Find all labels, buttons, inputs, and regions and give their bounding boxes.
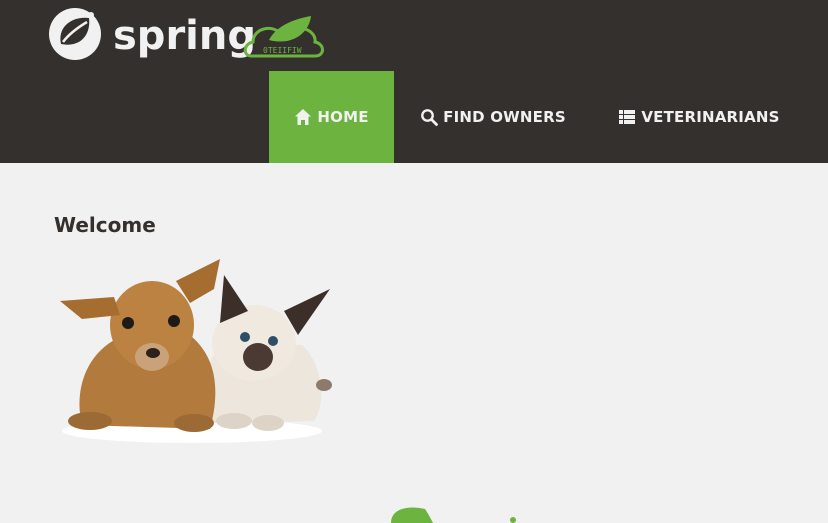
navbar: spring 0TEIIFIW HOME FIND OWNERS VETERIN… (0, 0, 828, 163)
kitten (204, 275, 332, 431)
puppy (60, 259, 220, 432)
badge-text: 0TEIIFIW (263, 46, 302, 55)
pets-image (60, 259, 332, 443)
home-icon (295, 109, 312, 125)
nav-home-link[interactable]: HOME (269, 71, 394, 163)
main-nav: HOME FIND OWNERS VETERINARIANS (0, 71, 828, 163)
page-title: Welcome (54, 213, 156, 237)
list-icon (619, 110, 636, 124)
nav-veterinarians-link[interactable]: VETERINARIANS (604, 71, 794, 163)
nav-find-owners-link[interactable]: FIND OWNERS (402, 71, 584, 163)
main-content: Welcome (0, 163, 828, 523)
search-icon (421, 109, 439, 126)
spring-logo[interactable]: spring 0TEIIFIW (47, 6, 327, 64)
nav-home-label: HOME (317, 108, 369, 126)
brand-wordmark: spring (113, 13, 256, 59)
spring-leaf-icon (49, 8, 101, 60)
nav-veterinarians-label: VETERINARIANS (641, 108, 780, 126)
nav-find-owners-label: FIND OWNERS (443, 108, 566, 126)
footer-spring-logo (391, 507, 516, 523)
petclinic-leaf-badge-icon: 0TEIIFIW (243, 16, 324, 58)
